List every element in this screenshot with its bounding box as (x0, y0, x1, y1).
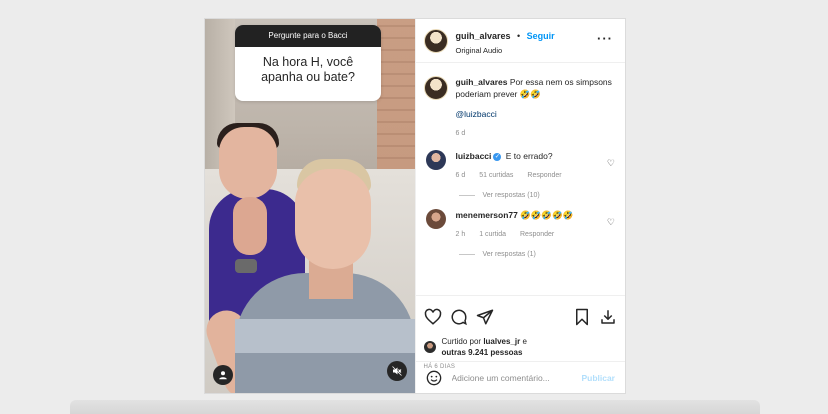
foreground-person-head (295, 169, 371, 269)
question-sticker-header: Pergunte para o Bacci (235, 25, 381, 47)
replies-line (458, 254, 475, 255)
caption-username[interactable]: guih_alvares (456, 77, 508, 87)
replies-line (458, 195, 475, 196)
bookmark-icon[interactable] (573, 308, 591, 326)
commenter-avatar[interactable] (425, 209, 446, 229)
publish-button[interactable]: Publicar (581, 373, 615, 383)
share-icon[interactable] (476, 308, 494, 326)
likes-summary: Curtido por lualves_jr e outras 9.241 pe… (423, 336, 618, 358)
author-avatar[interactable] (423, 28, 448, 53)
comment-text: 🤣🤣🤣🤣🤣 (520, 210, 574, 220)
post-header: guih_alvares • Seguir Original Audio ··· (415, 19, 625, 63)
post-modal: Pergunte para o Bacci Na hora H, você ap… (204, 18, 626, 394)
more-options-icon[interactable]: ··· (597, 31, 613, 46)
caption-time: 6 d (455, 130, 466, 137)
comment-icon[interactable] (450, 308, 468, 326)
comment-likes[interactable]: 51 curtidas (479, 172, 513, 179)
comment-likes[interactable]: 1 curtida (479, 231, 506, 238)
background-person-head (219, 127, 277, 199)
liked-by-prefix: Curtido por (441, 337, 482, 346)
comment-time: 6 d (455, 172, 466, 179)
comment-time: 2 h (455, 231, 466, 238)
liked-by-connector: e (522, 337, 527, 346)
comment-input[interactable] (451, 372, 582, 383)
shirt-stripe (235, 319, 415, 353)
author-username[interactable]: guih_alvares (456, 31, 511, 41)
add-comment-bar: Publicar (415, 361, 625, 393)
background-person-hand (233, 197, 267, 255)
caption-avatar[interactable] (423, 76, 448, 100)
verified-badge-icon: ✓ (493, 152, 502, 161)
speaker-muted-icon (391, 366, 402, 376)
comment-username[interactable]: menemerson77 (456, 210, 518, 220)
question-sticker: Pergunte para o Bacci Na hora H, você ap… (235, 25, 381, 101)
view-replies-label: Ver respostas (1) (482, 251, 536, 258)
post-sidebar: guih_alvares • Seguir Original Audio ···… (414, 19, 626, 393)
reply-button[interactable]: Responder (520, 231, 554, 238)
follow-button[interactable]: Seguir (527, 31, 555, 41)
heart-icon[interactable] (424, 308, 442, 326)
emoji-icon[interactable] (426, 370, 442, 386)
commenter-avatar[interactable] (425, 150, 446, 170)
wristwatch (235, 259, 257, 273)
comment-item: menemerson77 🤣🤣🤣🤣🤣 2 h 1 curtida Respond… (416, 199, 626, 241)
caption: guih_alvares Por essa nem os simpsons po… (416, 64, 626, 140)
likes-count[interactable]: outras 9.241 pessoas (442, 348, 523, 357)
liker-avatar[interactable] (423, 341, 436, 353)
reply-button[interactable]: Responder (527, 172, 561, 179)
view-replies-button[interactable]: Ver respostas (10) (416, 192, 626, 199)
question-sticker-text: Na hora H, você apanha ou bate? (261, 55, 355, 84)
caption-mention-link[interactable]: @luizbacci (456, 108, 618, 120)
comment-text: E to errado? (505, 151, 553, 161)
comments-list[interactable]: guih_alvares Por essa nem os simpsons po… (416, 64, 626, 294)
audio-link[interactable]: Original Audio (456, 46, 555, 55)
comment-like-heart-icon[interactable]: ♡ (607, 158, 615, 169)
comment-like-heart-icon[interactable]: ♡ (607, 217, 615, 228)
user-icon (219, 371, 227, 380)
comment-username[interactable]: luizbacci (456, 151, 492, 161)
view-replies-button[interactable]: Ver respostas (1) (416, 251, 626, 258)
separator-dot: • (516, 31, 521, 41)
view-replies-label: Ver respostas (10) (482, 192, 540, 199)
story-video[interactable]: Pergunte para o Bacci Na hora H, você ap… (205, 19, 415, 393)
page-bottom-edge (70, 400, 760, 414)
download-icon[interactable] (599, 308, 617, 326)
comment-item: luizbacci ✓ E to errado? 6 d 51 curtidas … (416, 140, 626, 182)
tagged-user-button[interactable] (213, 365, 233, 385)
liker-username[interactable]: lualves_jr (483, 337, 520, 346)
mute-button[interactable] (386, 361, 407, 381)
